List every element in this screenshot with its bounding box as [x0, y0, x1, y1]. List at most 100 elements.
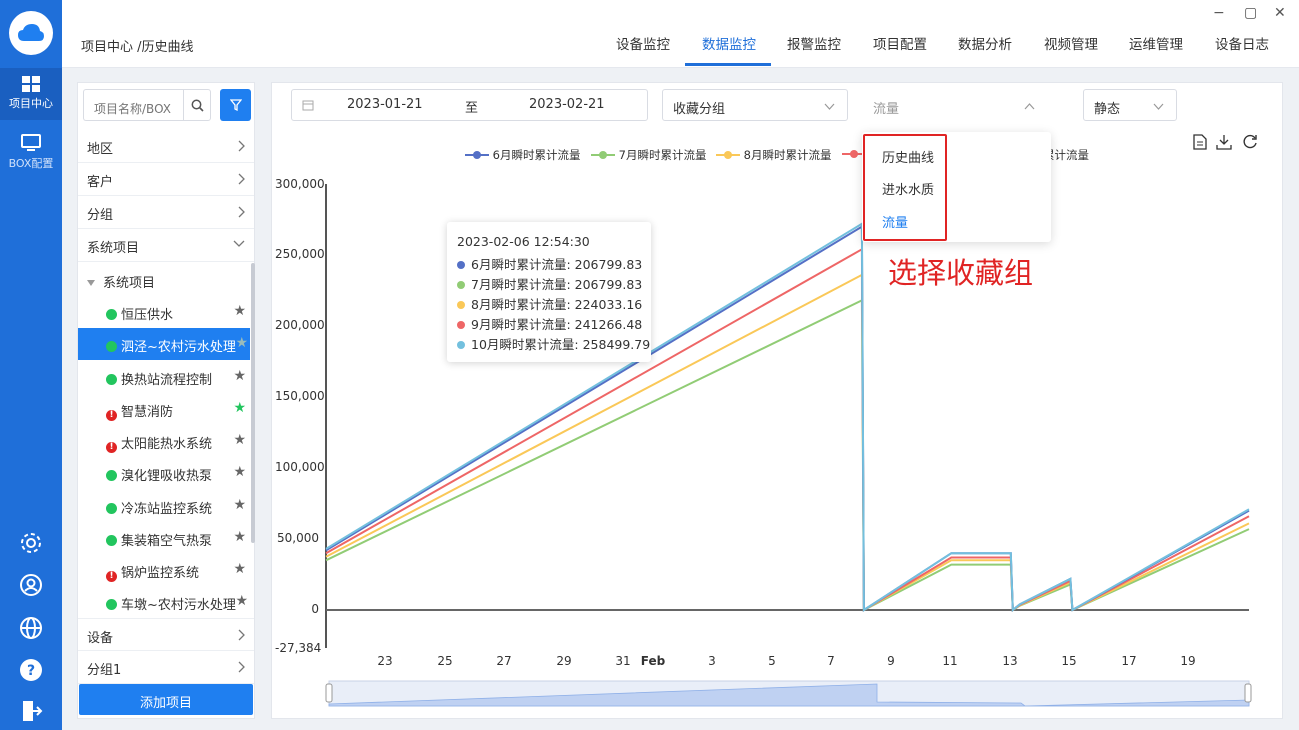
x-tick-label: 25: [437, 654, 453, 668]
tab-device-monitor[interactable]: 设备监控: [616, 33, 670, 53]
grid-icon: [22, 76, 40, 92]
project-item[interactable]: 冷冻站监控系统 ★: [78, 490, 250, 522]
tab-ops-management[interactable]: 运维管理: [1129, 33, 1183, 53]
star-filled-icon[interactable]: ★: [233, 400, 246, 416]
chevron-right-icon: [238, 173, 245, 185]
user-icon[interactable]: [19, 573, 43, 597]
y-tick-label: 300,000: [275, 177, 325, 191]
star-icon[interactable]: ★: [233, 303, 246, 319]
project-item[interactable]: 换热站流程控制 ★: [78, 361, 250, 393]
project-item[interactable]: ! 太阳能热水系统 ★: [78, 425, 250, 457]
search-icon: [191, 99, 204, 112]
project-item[interactable]: ! 智慧消防 ★: [78, 393, 250, 425]
star-icon[interactable]: ★: [233, 497, 246, 513]
project-item[interactable]: ! 锅炉监控系统 ★: [78, 554, 250, 586]
group-region[interactable]: 地区: [78, 130, 254, 163]
star-icon[interactable]: ★: [233, 529, 246, 545]
tab-device-log[interactable]: 设备日志: [1215, 33, 1269, 53]
data-zoom-slider[interactable]: [325, 678, 1255, 708]
legend-item[interactable]: 6月瞬时累计流量: [465, 147, 580, 163]
mode-select[interactable]: 静态: [1083, 89, 1177, 121]
date-range-picker[interactable]: 2023-01-21 至 2023-02-21: [291, 89, 648, 121]
project-item-selected[interactable]: 泗泾~农村污水处理 ★: [78, 328, 250, 360]
date-end[interactable]: 2023-02-21: [529, 97, 605, 112]
date-start[interactable]: 2023-01-21: [347, 97, 423, 112]
chevron-down-icon: [824, 103, 835, 110]
settings-gear-icon[interactable]: [19, 531, 43, 555]
x-tick-label: 7: [827, 654, 835, 668]
sidebar-scrollbar[interactable]: [251, 263, 255, 543]
x-tick-label: 3: [708, 654, 716, 668]
tooltip-time: 2023-02-06 12:54:30: [457, 234, 590, 249]
group-customer[interactable]: 客户: [78, 163, 254, 196]
y-tick-label: -27,384: [275, 641, 322, 655]
group-region-label: 地区: [87, 142, 114, 157]
minimize-button[interactable]: −: [1213, 5, 1225, 21]
legend-item[interactable]: 8月瞬时累计流量: [716, 147, 831, 163]
star-icon[interactable]: ★: [233, 432, 246, 448]
project-search-input[interactable]: [83, 89, 183, 121]
help-icon[interactable]: ?: [19, 658, 43, 682]
star-icon[interactable]: ★: [233, 464, 246, 480]
y-tick-label: 0: [311, 602, 319, 616]
chevron-up-icon: [1024, 103, 1035, 110]
x-tick-label: 15: [1061, 654, 1077, 668]
project-item-label: 溴化锂吸收热泵: [121, 469, 213, 484]
add-project-button[interactable]: 添加项目: [79, 684, 253, 715]
group-system-projects[interactable]: 系统项目: [78, 229, 254, 262]
refresh-icon[interactable]: [1242, 134, 1258, 150]
export-document-icon[interactable]: [1193, 134, 1207, 150]
breadcrumb: 项目中心 /历史曲线: [81, 40, 194, 55]
close-button[interactable]: ✕: [1274, 5, 1286, 21]
zoom-handle-right: [1244, 683, 1252, 703]
status-error-icon: !: [106, 571, 117, 582]
y-tick-label: 100,000: [275, 460, 325, 474]
tooltip-row: 6月瞬时累计流量: 206799.83: [457, 254, 643, 274]
metric-value: 流量: [873, 102, 900, 117]
rail-box-config-label: BOX配置: [8, 157, 54, 170]
x-tick-label: 23: [377, 654, 393, 668]
chevron-down-icon: [233, 240, 245, 247]
group-device[interactable]: 设备: [78, 618, 254, 651]
globe-icon[interactable]: [19, 616, 43, 640]
group-group[interactable]: 分组: [78, 196, 254, 229]
group-group1[interactable]: 分组1: [78, 651, 254, 684]
chevron-right-icon: [238, 206, 245, 218]
download-icon[interactable]: [1216, 134, 1232, 150]
metric-select[interactable]: 流量: [862, 89, 1048, 121]
rail-box-config[interactable]: BOX配置: [0, 134, 62, 180]
search-button[interactable]: [183, 89, 211, 121]
rail-project-center[interactable]: 项目中心: [0, 68, 62, 120]
maximize-button[interactable]: ▢: [1244, 5, 1257, 21]
tab-data-monitor[interactable]: 数据监控: [702, 33, 756, 53]
filter-button[interactable]: [220, 89, 251, 121]
tab-video-management[interactable]: 视频管理: [1044, 33, 1098, 53]
x-tick-label: 9: [887, 654, 895, 668]
project-item[interactable]: 恒压供水 ★: [78, 296, 250, 328]
x-tick-label: 13: [1002, 654, 1018, 668]
collect-group-select[interactable]: 收藏分组: [662, 89, 848, 121]
project-item[interactable]: 溴化锂吸收热泵 ★: [78, 457, 250, 489]
tree-root[interactable]: 系统项目: [78, 263, 254, 296]
project-item-label: 冷冻站监控系统: [121, 502, 213, 517]
legend-item[interactable]: 7月瞬时累计流量: [591, 147, 706, 163]
chart-tooltip: 2023-02-06 12:54:30 6月瞬时累计流量: 206799.83 …: [447, 222, 651, 362]
tooltip-row-text: 6月瞬时累计流量: 206799.83: [471, 257, 643, 272]
star-icon[interactable]: ★: [233, 561, 246, 577]
tab-data-analysis[interactable]: 数据分析: [958, 33, 1012, 53]
y-tick-label: 50,000: [277, 531, 319, 545]
tooltip-row: 10月瞬时累计流量: 258499.79: [457, 334, 650, 354]
tooltip-row-text: 8月瞬时累计流量: 224033.16: [471, 297, 643, 312]
project-item-label: 恒压供水: [121, 308, 174, 323]
project-item[interactable]: 集装箱空气热泵 ★: [78, 522, 250, 554]
tab-alarm-monitor[interactable]: 报警监控: [787, 33, 841, 53]
logout-icon[interactable]: [19, 699, 43, 723]
star-icon[interactable]: ★: [233, 368, 246, 384]
x-tick-label: 19: [1180, 654, 1196, 668]
star-icon[interactable]: ★: [235, 593, 248, 609]
project-item-label: 太阳能热水系统: [121, 437, 213, 452]
tooltip-row: 7月瞬时累计流量: 206799.83: [457, 274, 642, 294]
project-item[interactable]: 车墩~农村污水处理 ★: [78, 586, 250, 618]
tab-project-config[interactable]: 项目配置: [873, 33, 927, 53]
star-icon[interactable]: ★: [235, 335, 248, 351]
